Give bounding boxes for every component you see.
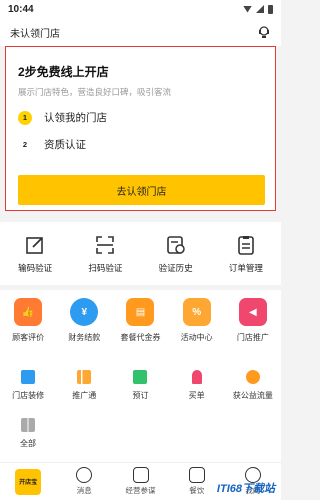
tab-label: 消息	[76, 486, 92, 495]
tab-label: 餐饮	[189, 486, 205, 495]
service-label: 预订	[132, 391, 149, 400]
services-row-1: 👍 顾客评价 ¥ 财务结款 ▤ 套餐代金券 % 活动中心 ◀ 门店推广	[0, 298, 281, 343]
history-icon	[166, 235, 185, 254]
service-store-decor[interactable]: 门店装修	[0, 370, 56, 401]
service-icon[interactable]	[257, 25, 271, 39]
service-customer-reviews[interactable]: 👍 顾客评价	[0, 298, 56, 343]
services-grid: 👍 顾客评价 ¥ 财务结款 ▤ 套餐代金券 % 活动中心 ◀ 门店推广 门店装修…	[0, 290, 281, 462]
tool-scan-verify[interactable]: 扫码验证	[70, 222, 140, 285]
bag-icon	[245, 370, 260, 384]
verify-toolbar: 输码验证 扫码验证 验证历史 订单管理	[0, 222, 281, 285]
service-finance[interactable]: ¥ 财务结款	[56, 298, 112, 343]
message-icon	[76, 467, 93, 483]
service-label: 活动中心	[180, 333, 213, 342]
claim-store-card: 2步免费线上开店 展示门店特色，营造良好口碑，吸引客流 1 认领我的门店 2 资…	[5, 46, 276, 211]
service-label: 全部	[20, 439, 36, 448]
step-2-label: 资质认证	[44, 139, 86, 151]
service-label: 门店装修	[12, 391, 45, 400]
step-1-number: 1	[18, 110, 32, 125]
tool-label: 验证历史	[158, 262, 193, 273]
app-logo-icon: 开店宝	[15, 468, 42, 495]
voucher-icon: ▤	[126, 298, 155, 326]
step-1-label: 认领我的门店	[44, 112, 107, 124]
service-label: 门店推广	[236, 333, 269, 342]
tab-business-advisor[interactable]: 经营参谋	[112, 463, 168, 500]
tab-messages[interactable]: 消息	[56, 463, 112, 500]
service-label: 财务结款	[68, 333, 101, 342]
store-icon	[21, 370, 36, 384]
scan-icon	[96, 235, 115, 254]
tool-label: 扫码验证	[88, 262, 123, 273]
mic-icon	[191, 370, 202, 384]
tool-verify-history[interactable]: 验证历史	[141, 222, 211, 285]
wifi-icon	[243, 5, 252, 13]
thumbs-up-icon: 👍	[14, 298, 43, 326]
status-bar: 10:44	[0, 0, 281, 18]
step-2: 2 资质认证	[18, 137, 263, 152]
edit-icon	[26, 236, 43, 254]
battery-icon	[268, 4, 273, 14]
service-promo-pass[interactable]: 推广通	[56, 370, 112, 401]
service-label: 买单	[188, 391, 205, 400]
status-time: 10:44	[8, 3, 34, 15]
service-voucher[interactable]: ▤ 套餐代金券	[112, 298, 168, 343]
services-row-2: 门店装修 推广通 预订 买单 获公益流量	[0, 370, 281, 401]
chart-icon	[132, 467, 149, 483]
yen-icon: ¥	[70, 298, 99, 326]
order-icon	[238, 235, 254, 255]
tab-label: 经营参谋	[125, 486, 156, 495]
service-promotion[interactable]: ◀ 门店推广	[225, 298, 281, 343]
service-label: 获公益流量	[232, 391, 273, 400]
watermark: ITI68下载站	[216, 483, 275, 495]
card-subtitle: 展示门店特色，营造良好口碑，吸引客流	[18, 87, 172, 97]
step-2-number: 2	[18, 137, 32, 152]
service-label: 套餐代金券	[120, 333, 161, 342]
tool-label: 输码验证	[18, 262, 53, 273]
service-booking[interactable]: 预订	[112, 370, 168, 401]
grid-icon	[21, 418, 35, 432]
tool-label: 订单管理	[228, 262, 263, 273]
service-label: 顾客评价	[12, 333, 45, 342]
signal-icon	[256, 5, 264, 13]
header: 未认领门店	[0, 18, 281, 46]
bar-chart-icon	[77, 370, 92, 384]
claim-store-button[interactable]: 去认领门店	[18, 175, 265, 205]
card-title: 2步免费线上开店	[18, 65, 109, 79]
service-charity-traffic[interactable]: 获公益流量	[225, 370, 281, 401]
sofa-icon	[133, 370, 148, 384]
service-label: 推广通	[72, 391, 97, 400]
service-pay-bill[interactable]: 买单	[169, 370, 225, 401]
megaphone-icon: ◀	[238, 298, 267, 326]
tool-code-verify[interactable]: 输码验证	[0, 222, 70, 285]
dining-icon	[188, 467, 205, 483]
tool-order-manage[interactable]: 订单管理	[211, 222, 281, 285]
step-1: 1 认领我的门店	[18, 110, 263, 125]
tab-home[interactable]: 开店宝	[0, 463, 56, 500]
status-icons	[243, 4, 273, 14]
service-all[interactable]: 全部	[0, 418, 56, 449]
page-title: 未认领门店	[10, 28, 60, 40]
service-activity[interactable]: % 活动中心	[169, 298, 225, 343]
percent-icon: %	[182, 298, 211, 326]
